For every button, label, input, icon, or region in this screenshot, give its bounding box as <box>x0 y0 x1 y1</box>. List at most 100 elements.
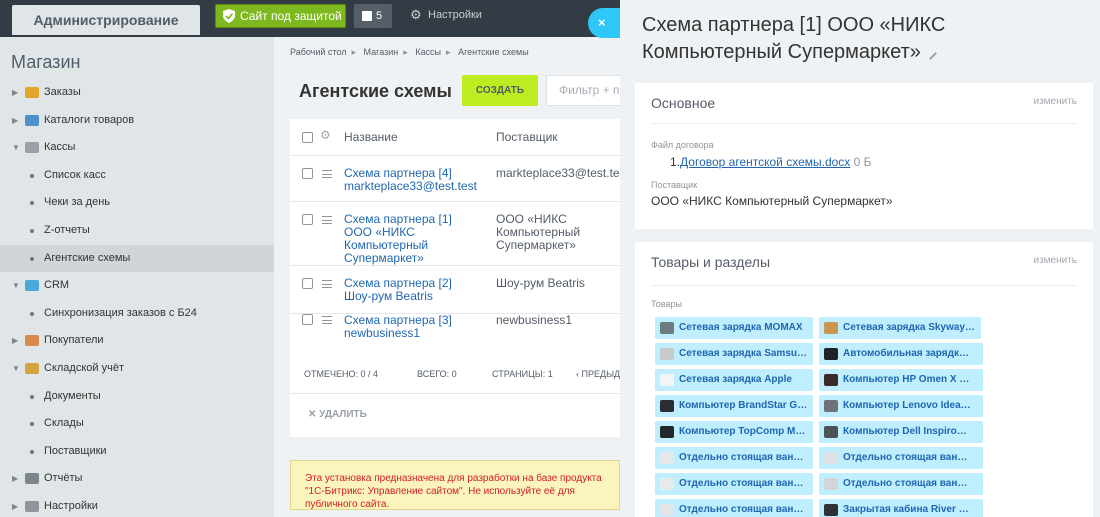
product-chip[interactable]: Отдельно стоящая ван… <box>819 473 983 495</box>
row-checkbox[interactable] <box>302 278 313 289</box>
card-divider <box>651 285 1077 286</box>
breadcrumb-item[interactable]: Агентские схемы <box>458 47 529 57</box>
secure-site-label: Сайт под защитой <box>240 9 342 23</box>
row-supplier: newbusiness1 <box>496 313 573 327</box>
row-checkbox[interactable] <box>302 314 313 325</box>
column-settings-gear-icon[interactable]: ⚙ <box>320 128 331 142</box>
sidebar-item[interactable]: Документы <box>0 383 274 410</box>
row-name-link[interactable]: Схема партнера [1] ООО «НИКС Компьютерны… <box>344 213 480 265</box>
row-menu-icon[interactable] <box>322 170 332 178</box>
secure-site-button[interactable]: Сайт под защитой <box>215 4 346 28</box>
product-chip[interactable]: Компьютер Dell Inspiro… <box>819 421 983 443</box>
action-panel: ✕ УДАЛИТЬ <box>290 395 620 437</box>
breadcrumb-item[interactable]: Рабочий стол <box>290 47 347 57</box>
sidebar-item[interactable]: ▶ Покупатели <box>0 327 274 354</box>
pencil-icon[interactable] <box>924 47 937 60</box>
table-row[interactable]: Схема партнера [4] markteplace33@test.te… <box>290 156 629 202</box>
row-menu-icon[interactable] <box>322 316 332 324</box>
chevron-right-icon[interactable]: ▶ <box>12 465 18 492</box>
chevron-right-icon[interactable]: ▶ <box>12 79 18 106</box>
notification-icon <box>362 11 372 21</box>
notifications-button[interactable]: 5 <box>354 4 392 28</box>
row-supplier: ООО «НИКС Компьютерный Супермаркет» <box>496 212 581 252</box>
product-thumbnail-icon <box>824 348 838 360</box>
product-chip[interactable]: Компьютер TopComp M… <box>655 421 813 443</box>
column-header-supplier[interactable]: Поставщик <box>496 130 558 144</box>
table-row[interactable]: Схема партнера [2] Шоу-рум Beatris Шоу-р… <box>290 266 620 314</box>
filter-input[interactable]: Фильтр + по <box>546 75 626 106</box>
product-thumbnail-icon <box>660 478 674 490</box>
product-chip[interactable]: Отдельно стоящая ван… <box>655 499 813 517</box>
sidebar-item[interactable]: ▶ Каталоги товаров <box>0 107 274 134</box>
settings-link[interactable]: ⚙ Настройки <box>410 8 482 21</box>
row-menu-icon[interactable] <box>322 280 332 288</box>
product-chip[interactable]: Компьютер BrandStar G… <box>655 395 813 417</box>
row-checkbox[interactable] <box>302 168 313 179</box>
sidebar-item[interactable]: Чеки за день <box>0 189 274 216</box>
sidebar-item-label: Кассы <box>44 141 76 154</box>
sidebar-item[interactable]: Поставщики <box>0 438 274 465</box>
selected-count: ОТМЕЧЕНО: 0 / 4 <box>304 369 379 379</box>
product-chip[interactable]: Автомобильная зарядк… <box>819 343 983 365</box>
chevron-right-icon[interactable]: ▶ <box>12 327 18 354</box>
product-chip[interactable]: Сетевая зарядка Samsu… <box>655 343 813 365</box>
row-menu-icon[interactable] <box>322 216 332 224</box>
sidebar-item[interactable]: Z-отчеты <box>0 217 274 244</box>
slider-close-button[interactable]: × <box>588 8 620 38</box>
product-chip-label: Автомобильная зарядк… <box>843 348 969 359</box>
sidebar-item[interactable]: ▶ Отчёты <box>0 465 274 492</box>
sidebar-item-label: Каталоги товаров <box>44 113 135 126</box>
sidebar-item[interactable]: Агентские схемы <box>0 244 274 272</box>
sidebar-item-label: Покупатели <box>44 334 104 347</box>
chevron-right-icon[interactable]: ▶ <box>12 493 18 517</box>
product-chip[interactable]: Отдельно стоящая ван… <box>819 447 983 469</box>
column-header-name[interactable]: Название <box>344 130 398 144</box>
product-chip[interactable]: Сетевая зарядка Apple <box>655 369 813 391</box>
sidebar-item[interactable]: ▼ CRM <box>0 272 274 299</box>
sidebar-item[interactable]: Список касс <box>0 162 274 189</box>
sidebar-item[interactable]: Синхронизация заказов с Б24 <box>0 300 274 327</box>
product-chip[interactable]: Компьютер HP Omen X … <box>819 369 983 391</box>
sidebar-item-label: Документы <box>44 389 101 402</box>
row-name-link[interactable]: Схема партнера [4] markteplace33@test.te… <box>344 167 480 193</box>
breadcrumb-item[interactable]: Магазин <box>364 47 399 57</box>
select-all-checkbox[interactable] <box>302 132 313 143</box>
breadcrumb-item[interactable]: Кассы <box>415 47 441 57</box>
basic-edit-link[interactable]: изменить <box>1033 96 1077 107</box>
sidebar-item[interactable]: Склады <box>0 410 274 437</box>
reports-icon <box>25 473 39 485</box>
contract-file-link[interactable]: Договор агентской схемы.docx <box>680 155 850 169</box>
admin-tab[interactable]: Администрирование <box>12 5 200 35</box>
chevron-down-icon[interactable]: ▼ <box>12 355 20 382</box>
row-checkbox[interactable] <box>302 214 313 225</box>
sidebar-item-label: Синхронизация заказов с Б24 <box>44 306 197 319</box>
sidebar-item[interactable]: ▼ Складской учёт <box>0 355 274 382</box>
product-chip[interactable]: Компьютер Lenovo Idea… <box>819 395 983 417</box>
delete-button[interactable]: ✕ УДАЛИТЬ <box>308 409 367 420</box>
sidebar-item[interactable]: ▶ Настройки <box>0 493 274 517</box>
product-chip[interactable]: Сетевая зарядка Skyway… <box>819 317 981 339</box>
product-chip[interactable]: Отдельно стоящая ван… <box>655 473 813 495</box>
row-name-link[interactable]: Схема партнера [3] newbusiness1 <box>344 314 480 340</box>
goods-label: Товары <box>651 299 682 309</box>
chevron-down-icon[interactable]: ▼ <box>12 134 20 161</box>
product-chip[interactable]: Сетевая зарядка MOMAX <box>655 317 813 339</box>
sidebar-item[interactable]: ▶ Заказы <box>0 79 274 106</box>
row-name-link[interactable]: Схема партнера [2] Шоу-рум Beatris <box>344 277 480 303</box>
create-button[interactable]: СОЗДАТЬ <box>462 75 538 106</box>
sidebar-item-label: Z-отчеты <box>44 224 90 236</box>
sidebar-item-label: CRM <box>44 279 70 292</box>
breadcrumb: Рабочий стол ▸ Магазин ▸ Кассы ▸ Агентские … <box>290 47 529 58</box>
product-thumbnail-icon <box>824 452 838 464</box>
product-chip-label: Закрытая кабина River … <box>843 504 969 515</box>
product-chip[interactable]: Закрытая кабина River … <box>819 499 983 517</box>
chevron-down-icon[interactable]: ▼ <box>12 272 20 299</box>
chevron-right-icon[interactable]: ▶ <box>12 107 18 134</box>
card-divider <box>651 123 1077 124</box>
products-edit-link[interactable]: изменить <box>1033 255 1077 266</box>
table-row[interactable]: Схема партнера [3] newbusiness1 newbusin… <box>290 314 620 340</box>
sidebar-item[interactable]: ▼ Кассы <box>0 134 274 161</box>
product-chip[interactable]: Отдельно стоящая ван… <box>655 447 813 469</box>
notifications-count: 5 <box>376 10 383 22</box>
table-row[interactable]: Схема партнера [1] ООО «НИКС Компьютерны… <box>290 202 620 266</box>
